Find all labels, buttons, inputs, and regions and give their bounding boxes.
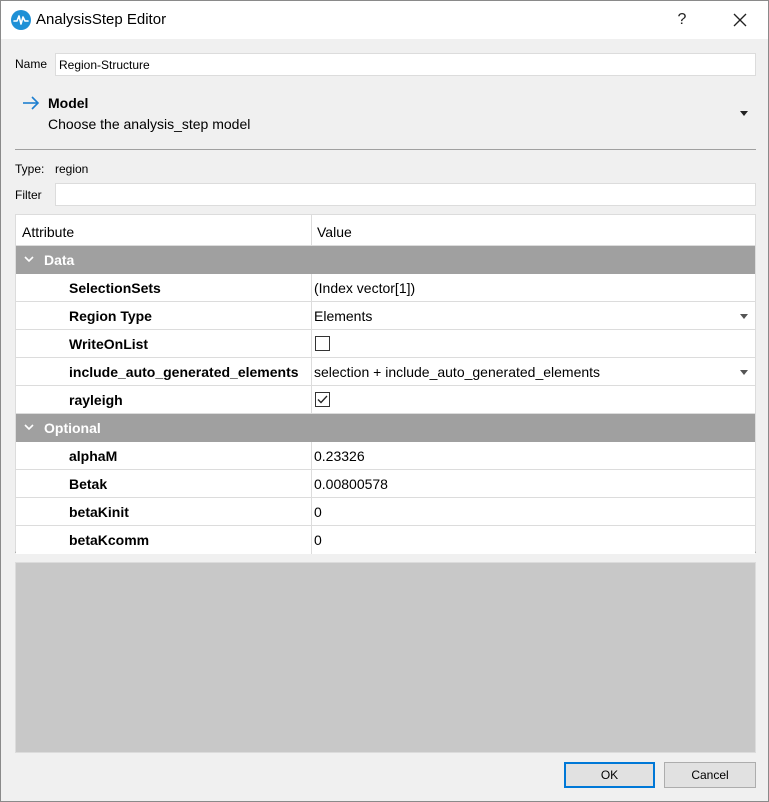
cell-separator [311,498,312,526]
table-row[interactable]: alphaM 0.23326 [16,442,755,470]
table-row[interactable]: rayleigh [16,386,755,414]
type-label: Type: [15,162,45,176]
group-header-data[interactable]: Data [16,246,755,274]
attribute-name: SelectionSets [69,280,161,296]
cell-separator [311,358,312,386]
cancel-button[interactable]: Cancel [664,762,756,788]
description-panel [15,562,756,753]
window-title: AnalysisStep Editor [36,11,167,28]
filter-label: Filter [15,188,42,202]
attribute-name: include_auto_generated_elements [69,364,299,380]
attribute-value[interactable]: (Index vector[1]) [314,280,415,296]
caret-down-icon[interactable] [739,370,749,376]
attribute-table: Attribute Value Data SelectionSets (Inde… [15,214,756,554]
attribute-name: alphaM [69,448,118,464]
model-divider [15,149,756,150]
group-header-optional[interactable]: Optional [16,414,755,442]
column-header-attribute[interactable]: Attribute [22,224,74,240]
cell-separator [311,442,312,470]
include-auto-generated-select[interactable]: selection + include_auto_generated_eleme… [314,364,600,380]
model-title: Model [48,95,89,111]
cell-separator [311,274,312,302]
attribute-name: rayleigh [69,392,123,408]
attribute-name: Region Type [69,308,152,324]
attribute-name: Betak [69,476,108,492]
attribute-name: betaKinit [69,504,129,520]
chevron-down-icon[interactable] [24,255,34,263]
write-on-list-checkbox[interactable] [315,336,330,351]
table-row[interactable]: betaKinit 0 [16,498,755,526]
title-bar: AnalysisStep Editor ? [1,1,768,39]
model-description: Choose the analysis_step model [48,116,251,132]
table-header: Attribute Value [16,215,755,246]
table-row[interactable]: WriteOnList [16,330,755,358]
attribute-name: WriteOnList [69,336,149,352]
group-label: Optional [44,420,101,436]
table-row[interactable]: SelectionSets (Index vector[1]) [16,274,755,302]
type-value: region [55,162,89,176]
attribute-value[interactable]: 0.00800578 [314,476,388,492]
ok-button[interactable]: OK [564,762,655,788]
attribute-value[interactable]: 0.23326 [314,448,365,464]
cell-separator [311,470,312,498]
chevron-down-icon[interactable] [24,423,34,431]
cell-separator [311,330,312,358]
checkmark-icon [317,395,328,404]
analysis-step-editor-dialog: AnalysisStep Editor ? Name Model Choose … [0,0,769,802]
filter-input[interactable] [55,183,756,206]
column-separator[interactable] [311,215,312,246]
close-icon [733,13,747,27]
name-label: Name [15,57,48,71]
table-row[interactable]: include_auto_generated_elements selectio… [16,358,755,386]
caret-down-icon[interactable] [739,314,749,320]
table-row[interactable]: Region Type Elements [16,302,755,330]
caret-down-icon[interactable] [739,111,749,117]
name-input[interactable] [55,53,756,76]
waveform-icon [11,10,31,30]
attribute-value[interactable]: 0 [314,532,322,548]
close-button[interactable] [717,1,763,39]
group-label: Data [44,252,75,268]
attribute-value[interactable]: 0 [314,504,322,520]
rayleigh-checkbox[interactable] [315,392,330,407]
help-button[interactable]: ? [661,1,703,39]
column-header-value[interactable]: Value [317,224,352,240]
attribute-name: betaKcomm [69,532,150,548]
cell-separator [311,526,312,554]
region-type-select[interactable]: Elements [314,308,372,324]
arrow-right-icon [23,96,40,110]
cell-separator [311,386,312,414]
table-row[interactable]: Betak 0.00800578 [16,470,755,498]
cell-separator [311,302,312,330]
table-row[interactable]: betaKcomm 0 [16,526,755,554]
